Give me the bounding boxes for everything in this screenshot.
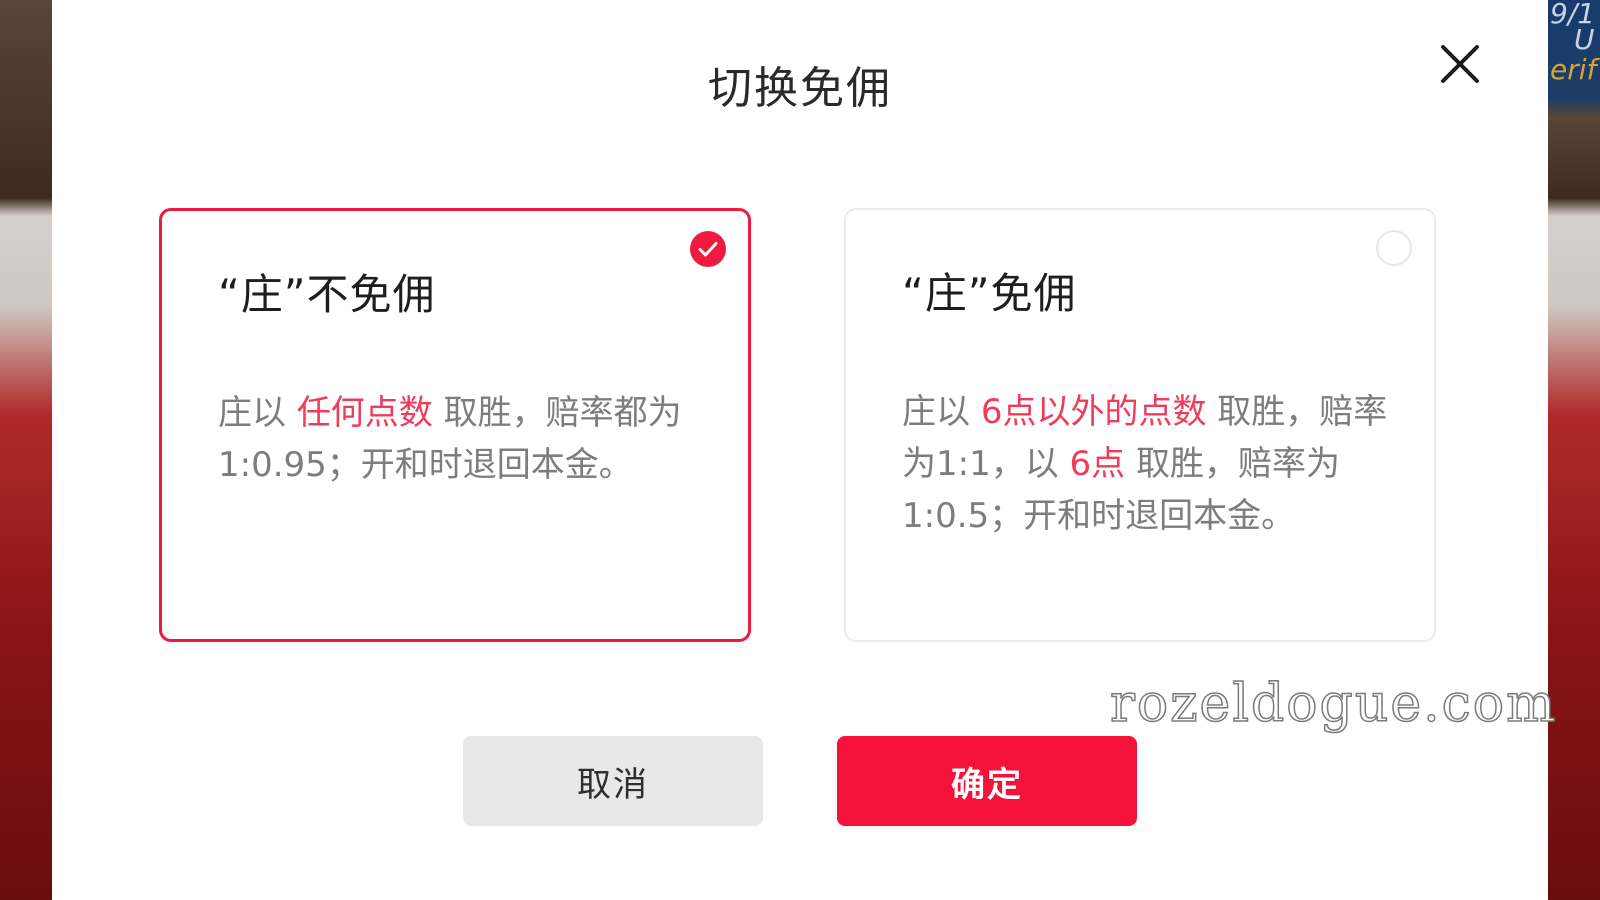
- radio-checked-icon: [690, 231, 726, 267]
- desc-text: 庄以: [902, 392, 981, 432]
- cancel-button[interactable]: 取消: [463, 736, 763, 826]
- option-card-commission-free[interactable]: “庄”免佣 庄以 6点以外的点数 取胜，赔率为1:1，以 6点 取胜，赔率为1:…: [844, 208, 1436, 642]
- close-icon: [1441, 45, 1479, 83]
- option-title: “庄”免佣: [902, 269, 1077, 318]
- radio-unchecked-icon: [1376, 230, 1412, 266]
- background-right: 9/1 U erif: [1548, 0, 1600, 900]
- desc-highlight: 任何点数: [296, 393, 433, 433]
- confirm-button[interactable]: 确定: [837, 736, 1137, 826]
- option-description: 庄以 6点以外的点数 取胜，赔率为1:1，以 6点 取胜，赔率为1:0.5；开和…: [902, 386, 1392, 542]
- background-text: erif: [1550, 53, 1597, 86]
- dialog-title: 切换免佣: [708, 63, 892, 114]
- desc-text: 庄以: [218, 393, 297, 433]
- option-title: “庄”不免佣: [218, 270, 436, 319]
- desc-highlight: 6点: [1069, 444, 1126, 484]
- background-left: [0, 0, 52, 900]
- option-card-no-commission-free[interactable]: “庄”不免佣 庄以 任何点数 取胜，赔率都为1:0.95；开和时退回本金。: [159, 208, 751, 642]
- watermark: rozeldogue.com: [1109, 673, 1558, 735]
- close-button[interactable]: [1438, 42, 1482, 86]
- commission-switch-dialog: 切换免佣 “庄”不免佣 庄以 任何点数 取胜，赔率都为1:0.95；开和时退回本…: [52, 0, 1556, 900]
- background-text: U: [1574, 23, 1595, 56]
- option-description: 庄以 任何点数 取胜，赔率都为1:0.95；开和时退回本金。: [218, 387, 708, 491]
- desc-highlight: 6点以外的点数: [980, 392, 1207, 432]
